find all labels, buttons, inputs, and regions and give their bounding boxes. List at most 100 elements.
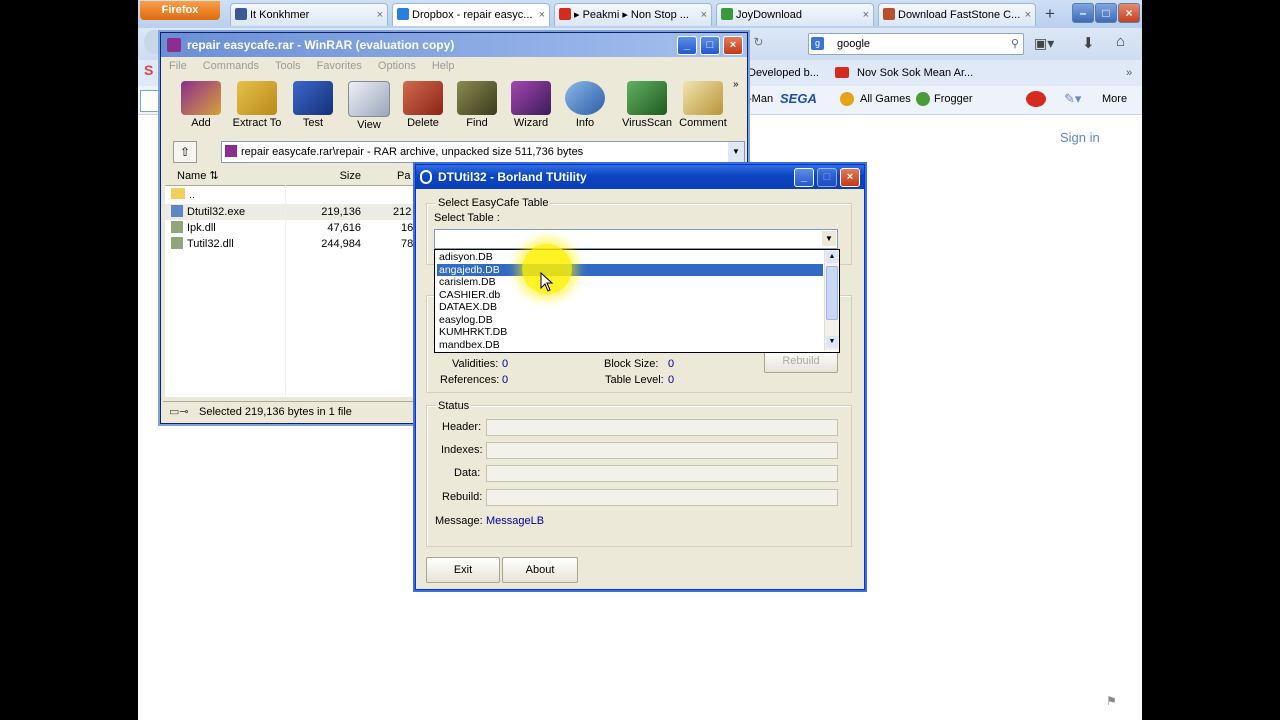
- toolbar-item-pacman[interactable]: -Man: [748, 86, 773, 112]
- tool-extract-to[interactable]: Extract To: [229, 81, 285, 133]
- about-button[interactable]: About: [502, 557, 578, 583]
- chevron-right-icon[interactable]: »: [733, 79, 739, 90]
- scroll-thumb[interactable]: [826, 266, 838, 320]
- dropdown-option[interactable]: CASHIER.db: [437, 289, 823, 302]
- table-select[interactable]: ▼: [434, 229, 838, 249]
- tool-add[interactable]: Add: [173, 81, 229, 133]
- dropdown-option[interactable]: easylog.DB: [437, 314, 823, 327]
- tab-it-konkhmer[interactable]: It Konkhmer ×: [230, 3, 388, 26]
- tab-peakmi[interactable]: ▸ Peakmi ▸ Non Stop ... ×: [554, 3, 712, 26]
- menu-commands[interactable]: Commands: [203, 60, 259, 72]
- home-icon[interactable]: ⌂: [1116, 33, 1125, 50]
- file-size: 47,616: [327, 222, 361, 234]
- close-icon[interactable]: ×: [863, 4, 869, 26]
- toolbar-item-all-games[interactable]: All Games: [860, 86, 911, 112]
- sign-in-link[interactable]: Sign in: [1060, 130, 1100, 145]
- file-row[interactable]: Tutil32.dll 244,984 78: [165, 236, 415, 252]
- search-icon[interactable]: ⚲: [1011, 34, 1019, 54]
- winrar-icon: [167, 38, 181, 52]
- tab-bar: Firefox It Konkhmer × Dropbox - repair ea…: [138, 0, 1142, 28]
- status-group-label: Status: [436, 400, 472, 412]
- toolbar-icon[interactable]: ▣▾: [1034, 35, 1054, 52]
- firefox-menu-button[interactable]: Firefox: [140, 1, 220, 20]
- maximize-button[interactable]: □: [1095, 3, 1117, 23]
- chevron-right-icon[interactable]: »: [1126, 60, 1132, 86]
- tool-virusscan[interactable]: VirusScan: [619, 81, 675, 133]
- dropdown-scrollbar[interactable]: ▲ ▼: [824, 250, 839, 350]
- dropdown-option[interactable]: mandbex.DB: [437, 339, 823, 352]
- dropdown-option[interactable]: KUMHRKT.DB: [437, 326, 823, 339]
- tool-label: Extract To: [232, 117, 282, 129]
- test-icon: [293, 81, 333, 115]
- ask-icon[interactable]: [1026, 91, 1046, 107]
- file-packed: 16: [401, 222, 414, 234]
- new-tab-button[interactable]: +: [1040, 4, 1060, 24]
- scroll-up-icon[interactable]: ▲: [826, 251, 838, 263]
- column-label: Size: [339, 170, 361, 182]
- dropdown-option[interactable]: adisyon.DB: [437, 251, 823, 264]
- settings-icon[interactable]: ✎▾: [1064, 91, 1081, 107]
- menu-help[interactable]: Help: [432, 60, 455, 72]
- search-bar[interactable]: g google ⚲: [808, 33, 1024, 55]
- bookmark-nov-sok[interactable]: Nov Sok Sok Mean Ar...: [857, 60, 973, 86]
- close-button[interactable]: ×: [840, 168, 860, 187]
- download-icon[interactable]: ⬇: [1082, 34, 1095, 52]
- path-input[interactable]: repair easycafe.rar\repair - RAR archive…: [221, 141, 745, 163]
- tool-label: VirusScan: [622, 117, 672, 129]
- more-menu[interactable]: More: [1102, 86, 1127, 112]
- column-size[interactable]: Size: [293, 167, 367, 186]
- sega-logo[interactable]: SEGA: [780, 86, 817, 112]
- scroll-down-icon[interactable]: ▼: [826, 336, 838, 348]
- dropdown-option-selected[interactable]: angajedb.DB: [437, 263, 823, 276]
- exit-button[interactable]: Exit: [426, 557, 500, 583]
- tab-label: JoyDownload: [736, 9, 803, 21]
- toolbar-item-frogger[interactable]: Frogger: [934, 86, 973, 112]
- data-label: Data:: [454, 467, 481, 479]
- file-row[interactable]: Dtutil32.exe 219,136 212: [165, 204, 415, 220]
- tool-info[interactable]: Info: [557, 81, 613, 133]
- flag-icon[interactable]: ⚑: [1106, 694, 1120, 708]
- chevron-down-icon[interactable]: ▼: [728, 142, 744, 162]
- tool-find[interactable]: Find: [449, 81, 505, 133]
- sidebar-icon[interactable]: [140, 90, 160, 112]
- minimize-button[interactable]: –: [1072, 3, 1094, 23]
- chevron-down-icon[interactable]: ▼: [822, 231, 836, 246]
- close-icon[interactable]: ×: [377, 4, 383, 26]
- close-icon[interactable]: ×: [1025, 4, 1031, 26]
- menu-options[interactable]: Options: [378, 60, 416, 72]
- dtutil-titlebar[interactable]: DTUtil32 - Borland TUtility _ □ ×: [416, 165, 864, 189]
- menu-file[interactable]: File: [169, 60, 187, 72]
- menu-favorites[interactable]: Favorites: [317, 60, 362, 72]
- minimize-button[interactable]: _: [794, 168, 814, 187]
- path-bar: ⇧ repair easycafe.rar\repair - RAR archi…: [165, 141, 745, 163]
- dropdown-option[interactable]: DATAEX.DB: [437, 301, 823, 314]
- maximize-button[interactable]: □: [700, 36, 720, 55]
- close-icon[interactable]: ×: [539, 4, 545, 26]
- close-button[interactable]: ×: [723, 36, 743, 55]
- tool-test[interactable]: Test: [285, 81, 341, 133]
- tool-delete[interactable]: Delete: [395, 81, 451, 133]
- up-folder-button[interactable]: ⇧: [173, 141, 197, 163]
- dll-icon: [171, 221, 183, 233]
- dropdown-option[interactable]: carislem.DB: [437, 276, 823, 289]
- tab-dropbox[interactable]: Dropbox - repair easyc... ×: [392, 3, 550, 26]
- tool-comment[interactable]: Comment: [675, 81, 731, 133]
- tool-view[interactable]: View: [341, 81, 397, 133]
- file-row[interactable]: ..: [165, 187, 415, 203]
- rebuild-field: [486, 489, 838, 506]
- table-level-label: Table Level:: [605, 374, 664, 386]
- search-input[interactable]: google: [837, 34, 870, 54]
- close-button[interactable]: ×: [1118, 3, 1140, 23]
- tab-joydownload[interactable]: JoyDownload ×: [716, 3, 874, 26]
- tab-faststone[interactable]: Download FastStone C... ×: [878, 3, 1036, 26]
- minimize-button[interactable]: _: [677, 36, 697, 55]
- file-row[interactable]: Ipk.dll 47,616 16: [165, 220, 415, 236]
- file-size: 244,984: [321, 238, 361, 250]
- column-name[interactable]: Name ⇅: [165, 167, 293, 186]
- tool-wizard[interactable]: Wizard: [503, 81, 559, 133]
- winrar-titlebar[interactable]: repair easycafe.rar - WinRAR (evaluation…: [161, 33, 747, 57]
- bookmark-developed[interactable]: Developed b...: [748, 60, 819, 86]
- data-field: [486, 465, 838, 482]
- menu-tools[interactable]: Tools: [275, 60, 301, 72]
- close-icon[interactable]: ×: [701, 4, 707, 26]
